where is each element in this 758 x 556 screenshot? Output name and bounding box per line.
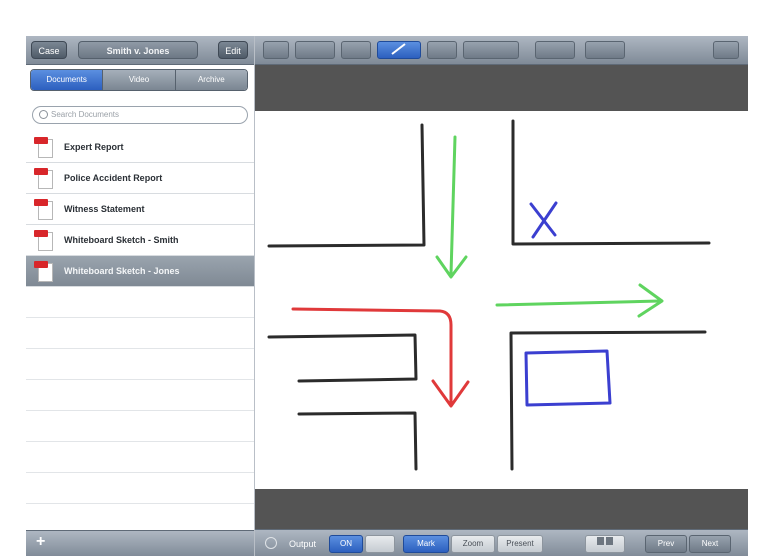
document-item-selected[interactable]: Whiteboard Sketch - Jones [26, 256, 254, 287]
pages-icon [597, 537, 613, 545]
back-button[interactable]: Case [31, 41, 67, 59]
add-document-button[interactable]: + [36, 533, 45, 551]
app-frame: Case Smith v. Jones Edit Documents Video… [26, 36, 748, 556]
document-list: Expert Report Police Accident Report Wit… [26, 132, 254, 504]
document-margin-bottom [255, 489, 748, 529]
empty-row [26, 287, 254, 318]
pen-tool[interactable] [377, 41, 421, 59]
edit-button[interactable]: Edit [218, 41, 248, 59]
output-off-button[interactable] [365, 535, 395, 553]
color-tool[interactable] [535, 41, 575, 59]
sketch-drawing [267, 119, 711, 471]
sidebar-bottombar: + [26, 530, 254, 556]
mode-zoom-button[interactable]: Zoom [451, 535, 495, 553]
search-placeholder: Search Documents [51, 110, 120, 119]
document-label: Whiteboard Sketch - Smith [64, 235, 179, 245]
empty-row [26, 442, 254, 473]
mode-mark-button[interactable]: Mark [403, 535, 449, 553]
pdf-file-icon [34, 168, 54, 189]
mode-present-button[interactable]: Present [497, 535, 543, 553]
annotation-toolbar [255, 36, 748, 65]
pdf-file-icon [34, 137, 54, 158]
viewer-panel: Output ON Mark Zoom Present Prev Next [255, 36, 748, 556]
document-label: Police Accident Report [64, 173, 163, 183]
prev-button[interactable]: Prev [645, 535, 687, 553]
segmented-control: Documents Video Archive [30, 69, 248, 91]
output-label: Output [289, 539, 317, 549]
empty-row [26, 411, 254, 442]
empty-row [26, 318, 254, 349]
case-title: Smith v. Jones [78, 41, 198, 59]
empty-row [26, 380, 254, 411]
whiteboard-canvas[interactable] [255, 111, 748, 489]
text-tool[interactable] [341, 41, 371, 59]
next-button[interactable]: Next [689, 535, 731, 553]
document-margin-top [255, 65, 748, 111]
document-label: Whiteboard Sketch - Jones [64, 266, 180, 276]
empty-row [26, 349, 254, 380]
segment-documents[interactable]: Documents [31, 70, 104, 90]
undo-tool[interactable] [585, 41, 625, 59]
pointer-tool[interactable] [263, 41, 289, 59]
document-item[interactable]: Whiteboard Sketch - Smith [26, 225, 254, 256]
highlight-tool[interactable] [295, 41, 335, 59]
document-item[interactable]: Expert Report [26, 132, 254, 163]
pen-icon [391, 43, 406, 55]
output-status-icon [265, 537, 277, 549]
empty-row [26, 473, 254, 504]
fullscreen-button[interactable] [713, 41, 739, 59]
stamp-tool[interactable] [463, 41, 519, 59]
pdf-file-icon [34, 199, 54, 220]
sidebar: Case Smith v. Jones Edit Documents Video… [26, 36, 255, 556]
output-on-button[interactable]: ON [329, 535, 363, 553]
sidebar-topbar: Case Smith v. Jones Edit [26, 36, 254, 65]
document-item[interactable]: Witness Statement [26, 194, 254, 225]
pdf-file-icon [34, 230, 54, 251]
viewer-bottombar: Output ON Mark Zoom Present Prev Next [255, 529, 748, 556]
segment-video[interactable]: Video [103, 70, 176, 90]
shape-tool[interactable] [427, 41, 457, 59]
document-label: Witness Statement [64, 204, 145, 214]
search-icon [39, 110, 48, 119]
document-label: Expert Report [64, 142, 124, 152]
pdf-file-icon [34, 261, 54, 282]
search-input[interactable]: Search Documents [32, 106, 248, 124]
document-item[interactable]: Police Accident Report [26, 163, 254, 194]
page-view-button[interactable] [585, 535, 625, 553]
segment-archive[interactable]: Archive [175, 70, 247, 90]
